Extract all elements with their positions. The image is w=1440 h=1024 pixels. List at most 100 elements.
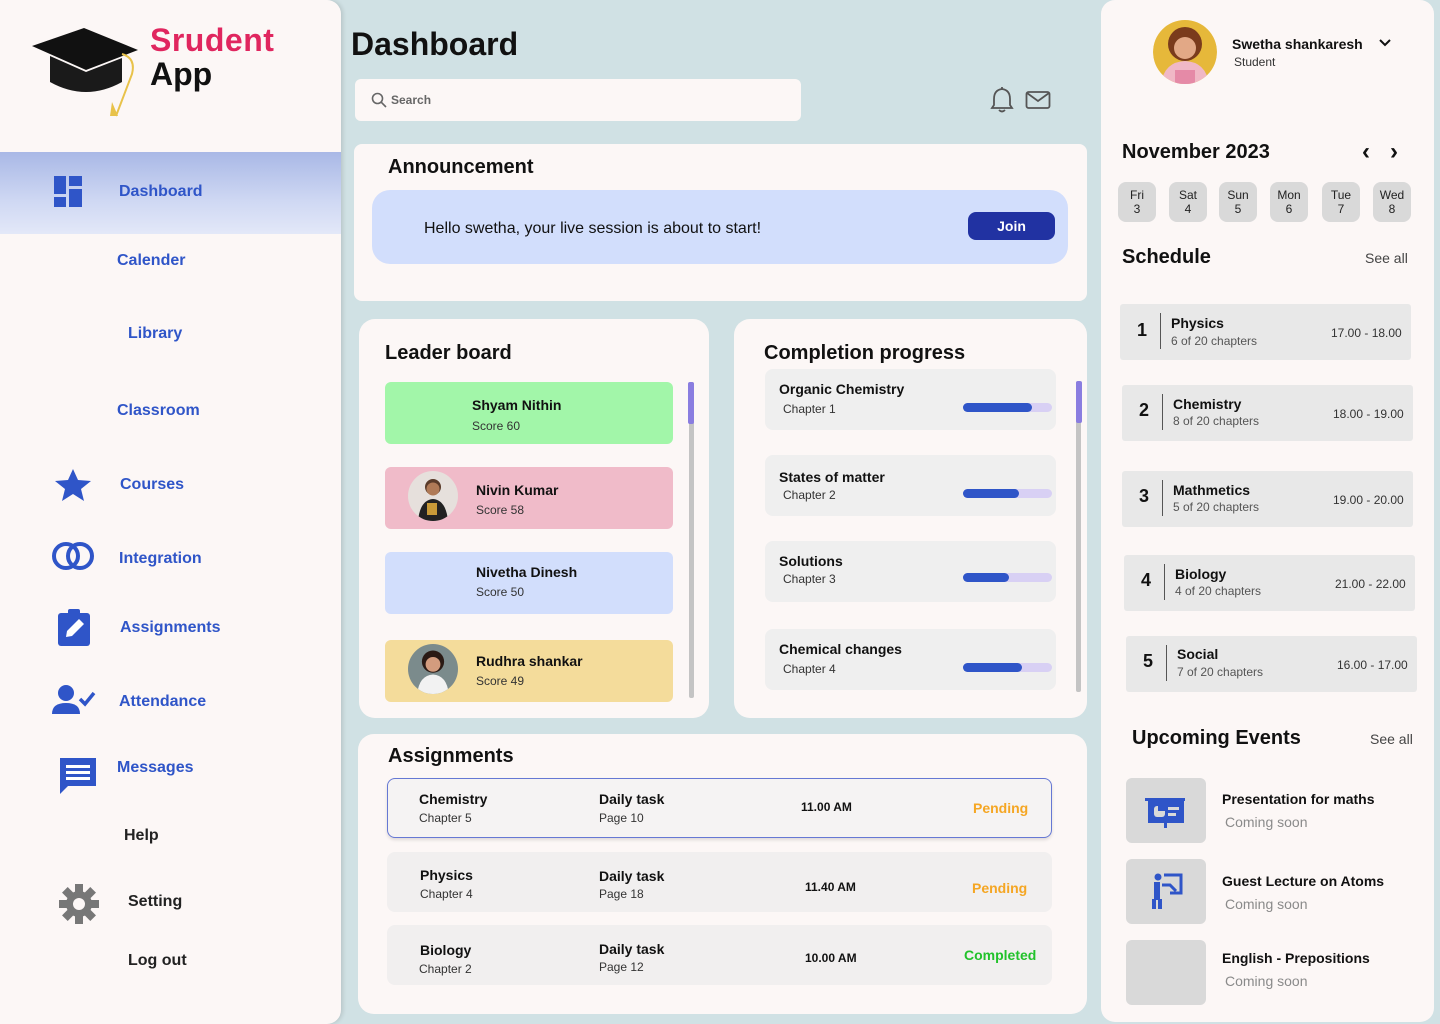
- page-title: Dashboard: [351, 26, 519, 62]
- assignment-row[interactable]: Physics Chapter 4 Daily task Page 18 11.…: [387, 852, 1052, 912]
- events-title: Upcoming Events: [1132, 727, 1301, 749]
- calendar-day[interactable]: Sun 5: [1219, 182, 1257, 222]
- leader-name: Shyam Nithin: [472, 397, 562, 413]
- assignment-task: Daily task: [599, 941, 665, 957]
- completion-item[interactable]: Chemical changes Chapter 4: [765, 629, 1056, 690]
- leader-score: Score 49: [476, 674, 525, 688]
- sidebar: Srudent App Dashboard Calender Library C…: [0, 0, 341, 1024]
- dashboard-grid-icon: [54, 176, 82, 207]
- schedule-item[interactable]: 3 Mathmetics 5 of 20 chapters 19.00 - 20…: [1122, 471, 1413, 527]
- schedule-item[interactable]: 4 Biology 4 of 20 chapters 21.00 - 22.00: [1124, 555, 1415, 611]
- nav-label-library: Library: [128, 325, 183, 342]
- assignment-time: 10.00 AM: [805, 951, 857, 965]
- nav-label-calender: Calender: [117, 252, 186, 269]
- calendar-day[interactable]: Tue 7: [1322, 182, 1360, 222]
- leaderboard-item[interactable]: Nivin Kumar Score 58: [385, 467, 673, 529]
- completion-scroll-thumb[interactable]: [1076, 381, 1082, 423]
- completion-item[interactable]: Solutions Chapter 3: [765, 541, 1056, 602]
- chevron-down-icon[interactable]: [1378, 38, 1392, 48]
- day-of-week: Fri: [1130, 188, 1144, 202]
- leaderboard-title: Leader board: [385, 342, 512, 364]
- avatar: [408, 471, 458, 521]
- event-thumbnail[interactable]: [1126, 859, 1206, 924]
- event-subtitle: Coming soon: [1225, 973, 1308, 989]
- assignment-subject: Biology: [420, 942, 472, 958]
- course-chapter: Chapter 3: [783, 572, 836, 586]
- divider: [1164, 564, 1165, 600]
- completion-scrollbar[interactable]: [1076, 381, 1081, 692]
- event-subtitle: Coming soon: [1225, 896, 1308, 912]
- schedule-chapters: 8 of 20 chapters: [1173, 414, 1260, 428]
- assignment-row[interactable]: Chemistry Chapter 5 Daily task Page 10 1…: [387, 778, 1052, 838]
- completion-item[interactable]: States of matter Chapter 2: [765, 455, 1056, 516]
- leaderboard-scroll-thumb[interactable]: [688, 382, 694, 424]
- calendar-next-button[interactable]: ›: [1390, 138, 1398, 166]
- divider: [1162, 480, 1163, 516]
- nav-label-classroom: Classroom: [117, 402, 200, 419]
- assignment-page: Page 10: [599, 811, 644, 825]
- course-name: Chemical changes: [779, 641, 902, 657]
- schedule-time: 18.00 - 19.00: [1333, 407, 1404, 421]
- mail-icon[interactable]: [1025, 90, 1051, 110]
- nav-item-messages[interactable]: Messages: [117, 759, 194, 777]
- nav-item-library[interactable]: Library: [128, 325, 182, 343]
- schedule-item[interactable]: 5 Social 7 of 20 chapters 16.00 - 17.00: [1126, 636, 1417, 692]
- nav-item-help[interactable]: Help: [124, 827, 159, 845]
- nav-item-logout[interactable]: Log out: [128, 952, 187, 970]
- schedule-time: 21.00 - 22.00: [1335, 577, 1406, 591]
- calendar-prev-button[interactable]: ‹: [1362, 138, 1370, 166]
- calendar-day[interactable]: Sat 4: [1169, 182, 1207, 222]
- schedule-chapters: 6 of 20 chapters: [1171, 334, 1258, 348]
- completion-item[interactable]: Organic Chemistry Chapter 1: [765, 369, 1056, 430]
- leaderboard-item[interactable]: Shyam Nithin Score 60: [385, 382, 673, 444]
- calendar-day[interactable]: Mon 6: [1270, 182, 1308, 222]
- avatar[interactable]: [1153, 18, 1217, 86]
- nav-label-logout: Log out: [128, 952, 187, 969]
- calendar-day[interactable]: Wed 8: [1373, 182, 1411, 222]
- event-thumbnail[interactable]: [1126, 940, 1206, 1005]
- attendance-check-icon: [52, 685, 96, 714]
- join-button[interactable]: Join: [968, 212, 1055, 240]
- schedule-item[interactable]: 2 Chemistry 8 of 20 chapters 18.00 - 19.…: [1122, 385, 1413, 441]
- schedule-see-all-link[interactable]: See all: [1365, 250, 1408, 266]
- avatar: [408, 644, 458, 694]
- calendar-day[interactable]: Fri 3: [1118, 182, 1156, 222]
- nav-item-assignments[interactable]: Assignments: [120, 619, 220, 637]
- nav-item-dashboard[interactable]: Dashboard: [54, 176, 203, 208]
- assignment-time: 11.40 AM: [805, 880, 856, 894]
- leaderboard-item[interactable]: Nivetha Dinesh Score 50: [385, 552, 673, 614]
- schedule-item[interactable]: 1 Physics 6 of 20 chapters 17.00 - 18.00: [1120, 304, 1411, 360]
- nav-item-attendance[interactable]: Attendance: [119, 693, 206, 711]
- completion-title: Completion progress: [764, 342, 966, 364]
- nav-item-classroom[interactable]: Classroom: [117, 402, 200, 420]
- day-number: 5: [1234, 202, 1242, 216]
- nav-item-integration[interactable]: Integration: [119, 550, 202, 568]
- leaderboard-scrollbar[interactable]: [689, 382, 694, 698]
- leaderboard-item[interactable]: Rudhra shankar Score 49: [385, 640, 673, 702]
- course-chapter: Chapter 1: [783, 402, 836, 416]
- status-badge: Pending: [973, 800, 1029, 816]
- schedule-chapters: 7 of 20 chapters: [1177, 665, 1264, 679]
- brand-name: Srudent: [150, 22, 275, 58]
- nav-item-courses[interactable]: Courses: [120, 476, 184, 494]
- events-see-all-link[interactable]: See all: [1370, 731, 1413, 747]
- progress-fill: [963, 573, 1010, 582]
- event-thumbnail[interactable]: [1126, 778, 1206, 843]
- announcement-message: Hello swetha, your live session is about…: [424, 220, 762, 237]
- assignment-row[interactable]: Biology Chapter 2 Daily task Page 12 10.…: [387, 925, 1052, 985]
- search-bar: [355, 79, 801, 121]
- nav-label-help: Help: [124, 827, 159, 844]
- bell-icon[interactable]: [990, 87, 1014, 113]
- schedule-number: 2: [1139, 400, 1150, 420]
- schedule-number: 5: [1143, 651, 1154, 671]
- progress-fill: [963, 663, 1022, 672]
- calendar-month: November 2023: [1122, 141, 1270, 163]
- search-input[interactable]: [391, 93, 771, 107]
- leader-score: Score 60: [472, 419, 521, 433]
- nav-item-calender[interactable]: Calender: [117, 252, 185, 270]
- leader-name: Rudhra shankar: [476, 653, 583, 669]
- assignment-subject: Physics: [420, 867, 473, 883]
- assignment-chapter: Chapter 4: [420, 887, 473, 901]
- nav-item-setting[interactable]: Setting: [128, 893, 182, 911]
- schedule-subject: Chemistry: [1173, 396, 1242, 412]
